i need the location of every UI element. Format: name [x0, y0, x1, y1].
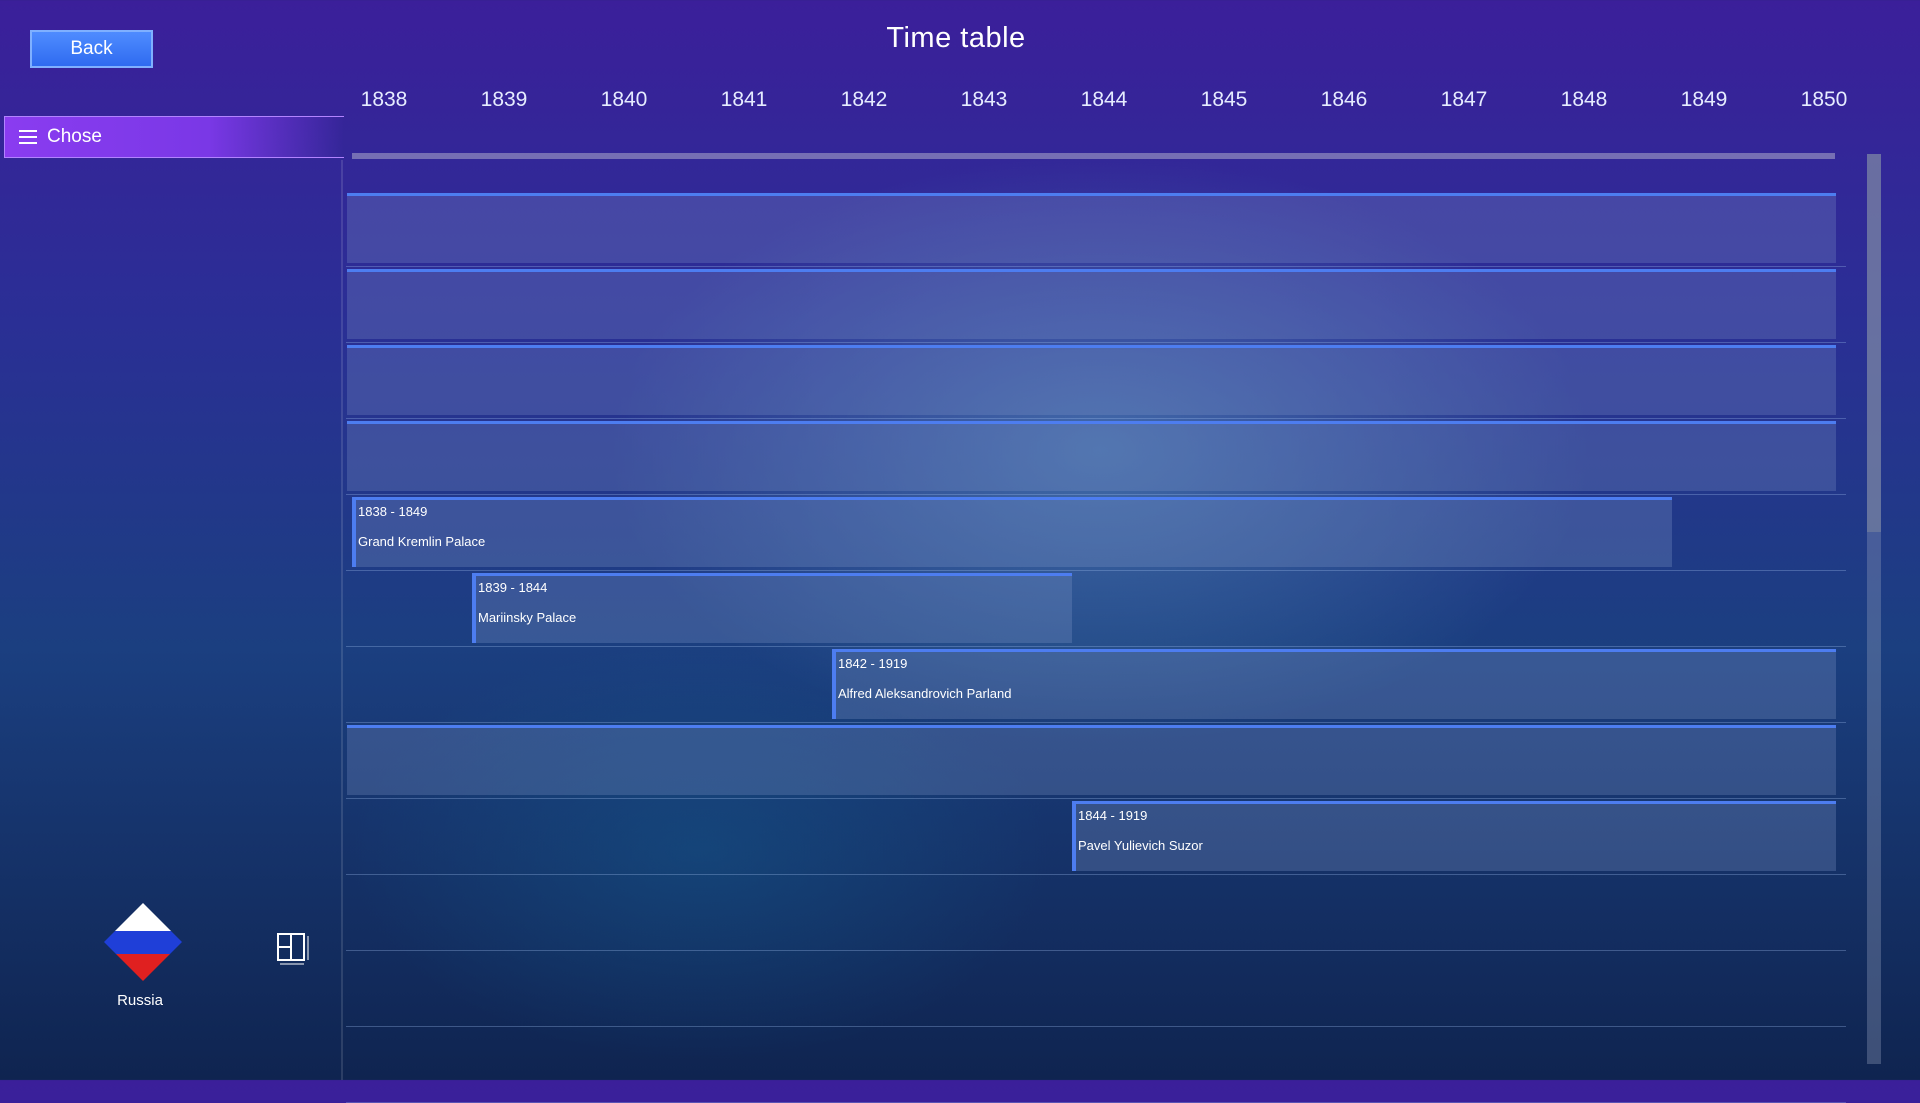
year-label: 1850: [1800, 88, 1848, 111]
year-label: 1846: [1320, 88, 1368, 111]
event-dates: 1844 - 1919: [1078, 808, 1148, 823]
year-label: 1843: [960, 88, 1008, 111]
event-dates: 1842 - 1919: [838, 656, 908, 671]
row-divider: [346, 722, 1846, 723]
row-divider: [346, 646, 1846, 647]
russia-flag-icon[interactable]: [104, 903, 182, 981]
event-title: Pavel Yulievich Suzor: [1078, 838, 1203, 853]
row-divider: [346, 950, 1846, 951]
year-label: 1845: [1200, 88, 1248, 111]
vertical-scrollbar-thumb[interactable]: [1867, 154, 1881, 532]
timeline-event-bar[interactable]: 1842 - 1919 Alfred Aleksandrovich Parland: [832, 649, 1836, 719]
year-label: 1844: [1080, 88, 1128, 111]
row-divider: [346, 266, 1846, 267]
year-label: 1839: [480, 88, 528, 111]
timeline-row-empty[interactable]: [347, 421, 1836, 491]
timeline-row-empty[interactable]: [347, 269, 1836, 339]
timeline-event-bar[interactable]: 1844 - 1919 Pavel Yulievich Suzor: [1072, 801, 1836, 871]
row-divider: [346, 570, 1846, 571]
row-divider: [346, 1026, 1846, 1027]
menu-icon: [19, 130, 37, 144]
timeline-row-empty[interactable]: [347, 193, 1836, 263]
year-label: 1838: [360, 88, 408, 111]
year-label: 1840: [600, 88, 648, 111]
timeline-row-empty[interactable]: [347, 345, 1836, 415]
timeline-row-empty[interactable]: [347, 725, 1836, 795]
year-label: 1841: [720, 88, 768, 111]
event-dates: 1839 - 1844: [478, 580, 548, 595]
country-label: Russia: [117, 992, 163, 1009]
chose-menu-button[interactable]: Chose: [4, 116, 344, 158]
chose-label: Chose: [47, 126, 102, 147]
row-divider: [346, 342, 1846, 343]
event-title: Mariinsky Palace: [478, 610, 577, 625]
year-label: 1842: [840, 88, 888, 111]
year-label: 1849: [1680, 88, 1728, 111]
row-divider: [346, 494, 1846, 495]
horizontal-scrollbar[interactable]: [352, 153, 1835, 159]
year-label: 1847: [1440, 88, 1488, 111]
row-divider: [346, 874, 1846, 875]
layout-toggle-icon[interactable]: [276, 932, 310, 966]
event-title: Alfred Aleksandrovich Parland: [838, 686, 1012, 701]
year-label: 1848: [1560, 88, 1608, 111]
timeline-event-bar[interactable]: 1838 - 1849 Grand Kremlin Palace: [352, 497, 1672, 567]
row-divider: [346, 798, 1846, 799]
timeline-event-bar[interactable]: 1839 - 1844 Mariinsky Palace: [472, 573, 1072, 643]
event-title: Grand Kremlin Palace: [358, 534, 486, 549]
page-title: Time table: [886, 22, 1026, 54]
event-dates: 1838 - 1849: [358, 504, 428, 519]
sidebar-divider: [341, 160, 343, 1080]
row-divider: [346, 418, 1846, 419]
